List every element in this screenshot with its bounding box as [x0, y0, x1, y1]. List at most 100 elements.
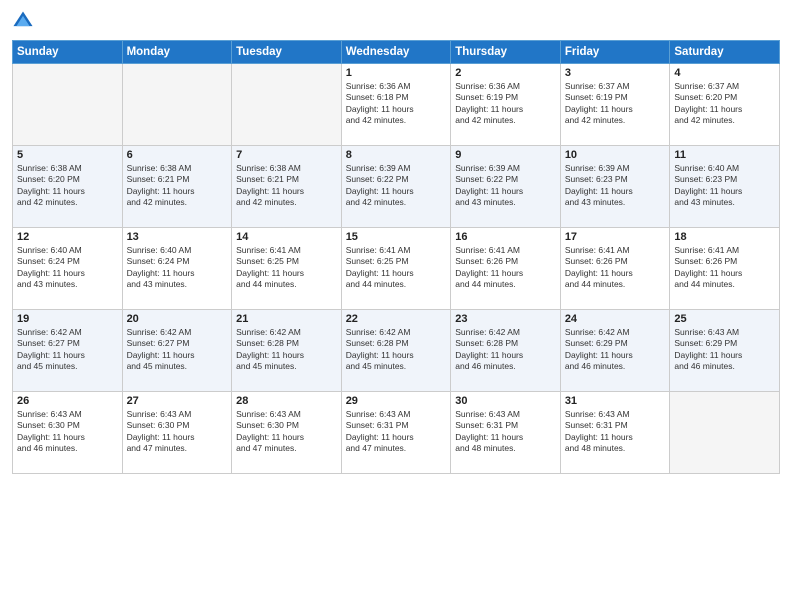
weekday-header-tuesday: Tuesday [232, 41, 342, 64]
day-info: Sunrise: 6:41 AM Sunset: 6:26 PM Dayligh… [674, 245, 775, 291]
calendar-cell: 29 Sunrise: 6:43 AM Sunset: 6:31 PM Dayli… [341, 392, 451, 474]
day-number: 25 [674, 313, 775, 325]
day-number: 27 [127, 395, 228, 407]
weekday-header-wednesday: Wednesday [341, 41, 451, 64]
calendar-cell: 19 Sunrise: 6:42 AM Sunset: 6:27 PM Dayli… [13, 310, 123, 392]
day-number: 23 [455, 313, 556, 325]
calendar-cell: 12 Sunrise: 6:40 AM Sunset: 6:24 PM Dayli… [13, 228, 123, 310]
day-number: 12 [17, 231, 118, 243]
calendar-cell: 1 Sunrise: 6:36 AM Sunset: 6:18 PM Daylig… [341, 64, 451, 146]
calendar-cell: 8 Sunrise: 6:39 AM Sunset: 6:22 PM Daylig… [341, 146, 451, 228]
day-info: Sunrise: 6:42 AM Sunset: 6:27 PM Dayligh… [17, 327, 118, 373]
logo-icon [12, 10, 34, 32]
day-number: 8 [346, 149, 447, 161]
day-info: Sunrise: 6:39 AM Sunset: 6:23 PM Dayligh… [565, 163, 666, 209]
day-info: Sunrise: 6:41 AM Sunset: 6:26 PM Dayligh… [455, 245, 556, 291]
calendar-cell: 27 Sunrise: 6:43 AM Sunset: 6:30 PM Dayli… [122, 392, 232, 474]
day-number: 14 [236, 231, 337, 243]
calendar-week-row: 12 Sunrise: 6:40 AM Sunset: 6:24 PM Dayli… [13, 228, 780, 310]
calendar-cell: 26 Sunrise: 6:43 AM Sunset: 6:30 PM Dayli… [13, 392, 123, 474]
calendar-cell: 22 Sunrise: 6:42 AM Sunset: 6:28 PM Dayli… [341, 310, 451, 392]
weekday-header-sunday: Sunday [13, 41, 123, 64]
calendar-week-row: 19 Sunrise: 6:42 AM Sunset: 6:27 PM Dayli… [13, 310, 780, 392]
day-info: Sunrise: 6:41 AM Sunset: 6:25 PM Dayligh… [346, 245, 447, 291]
calendar-cell: 28 Sunrise: 6:43 AM Sunset: 6:30 PM Dayli… [232, 392, 342, 474]
day-info: Sunrise: 6:42 AM Sunset: 6:29 PM Dayligh… [565, 327, 666, 373]
day-number: 6 [127, 149, 228, 161]
day-info: Sunrise: 6:43 AM Sunset: 6:31 PM Dayligh… [346, 409, 447, 455]
day-number: 26 [17, 395, 118, 407]
calendar-week-row: 5 Sunrise: 6:38 AM Sunset: 6:20 PM Daylig… [13, 146, 780, 228]
calendar-cell: 13 Sunrise: 6:40 AM Sunset: 6:24 PM Dayli… [122, 228, 232, 310]
day-number: 7 [236, 149, 337, 161]
day-number: 31 [565, 395, 666, 407]
calendar-cell: 14 Sunrise: 6:41 AM Sunset: 6:25 PM Dayli… [232, 228, 342, 310]
day-number: 13 [127, 231, 228, 243]
day-info: Sunrise: 6:39 AM Sunset: 6:22 PM Dayligh… [346, 163, 447, 209]
day-info: Sunrise: 6:40 AM Sunset: 6:23 PM Dayligh… [674, 163, 775, 209]
calendar-cell: 17 Sunrise: 6:41 AM Sunset: 6:26 PM Dayli… [560, 228, 670, 310]
day-info: Sunrise: 6:38 AM Sunset: 6:21 PM Dayligh… [127, 163, 228, 209]
calendar-cell: 21Sunrise: 6:42 AM Sunset: 6:28 PM Dayli… [232, 310, 342, 392]
day-number: 4 [674, 67, 775, 79]
day-number: 3 [565, 67, 666, 79]
day-number: 11 [674, 149, 775, 161]
page: SundayMondayTuesdayWednesdayThursdayFrid… [0, 0, 792, 612]
calendar-cell: 16Sunrise: 6:41 AM Sunset: 6:26 PM Dayli… [451, 228, 561, 310]
logo [12, 10, 38, 32]
day-info: Sunrise: 6:41 AM Sunset: 6:26 PM Dayligh… [565, 245, 666, 291]
calendar-cell: 23 Sunrise: 6:42 AM Sunset: 6:28 PM Dayli… [451, 310, 561, 392]
day-number: 29 [346, 395, 447, 407]
day-info: Sunrise: 6:40 AM Sunset: 6:24 PM Dayligh… [127, 245, 228, 291]
header [12, 10, 780, 32]
day-info: Sunrise: 6:43 AM Sunset: 6:29 PM Dayligh… [674, 327, 775, 373]
day-number: 22 [346, 313, 447, 325]
calendar-cell: 31 Sunrise: 6:43 AM Sunset: 6:31 PM Dayli… [560, 392, 670, 474]
day-number: 9 [455, 149, 556, 161]
day-number: 18 [674, 231, 775, 243]
calendar-cell: 10 Sunrise: 6:39 AM Sunset: 6:23 PM Dayli… [560, 146, 670, 228]
day-info: Sunrise: 6:41 AM Sunset: 6:25 PM Dayligh… [236, 245, 337, 291]
calendar-cell: 5 Sunrise: 6:38 AM Sunset: 6:20 PM Daylig… [13, 146, 123, 228]
day-info: Sunrise: 6:43 AM Sunset: 6:30 PM Dayligh… [127, 409, 228, 455]
day-info: Sunrise: 6:43 AM Sunset: 6:31 PM Dayligh… [455, 409, 556, 455]
calendar-cell: 6 Sunrise: 6:38 AM Sunset: 6:21 PM Daylig… [122, 146, 232, 228]
day-info: Sunrise: 6:36 AM Sunset: 6:18 PM Dayligh… [346, 81, 447, 127]
weekday-header-friday: Friday [560, 41, 670, 64]
day-info: Sunrise: 6:38 AM Sunset: 6:21 PM Dayligh… [236, 163, 337, 209]
day-number: 1 [346, 67, 447, 79]
day-info: Sunrise: 6:37 AM Sunset: 6:19 PM Dayligh… [565, 81, 666, 127]
day-info: Sunrise: 6:36 AM Sunset: 6:19 PM Dayligh… [455, 81, 556, 127]
day-number: 10 [565, 149, 666, 161]
day-info: Sunrise: 6:42 AM Sunset: 6:28 PM Dayligh… [455, 327, 556, 373]
day-info: Sunrise: 6:40 AM Sunset: 6:24 PM Dayligh… [17, 245, 118, 291]
day-info: Sunrise: 6:43 AM Sunset: 6:30 PM Dayligh… [17, 409, 118, 455]
day-info: Sunrise: 6:42 AM Sunset: 6:27 PM Dayligh… [127, 327, 228, 373]
day-number: 5 [17, 149, 118, 161]
day-number: 15 [346, 231, 447, 243]
calendar-cell: 4Sunrise: 6:37 AM Sunset: 6:20 PM Daylig… [670, 64, 780, 146]
calendar-cell [232, 64, 342, 146]
calendar-week-row: 26 Sunrise: 6:43 AM Sunset: 6:30 PM Dayli… [13, 392, 780, 474]
day-number: 21 [236, 313, 337, 325]
day-info: Sunrise: 6:43 AM Sunset: 6:31 PM Dayligh… [565, 409, 666, 455]
day-info: Sunrise: 6:38 AM Sunset: 6:20 PM Dayligh… [17, 163, 118, 209]
day-info: Sunrise: 6:39 AM Sunset: 6:22 PM Dayligh… [455, 163, 556, 209]
day-number: 2 [455, 67, 556, 79]
calendar-cell: 18 Sunrise: 6:41 AM Sunset: 6:26 PM Dayli… [670, 228, 780, 310]
day-info: Sunrise: 6:43 AM Sunset: 6:30 PM Dayligh… [236, 409, 337, 455]
weekday-header-saturday: Saturday [670, 41, 780, 64]
calendar-cell [122, 64, 232, 146]
calendar-cell: 30Sunrise: 6:43 AM Sunset: 6:31 PM Dayli… [451, 392, 561, 474]
day-info: Sunrise: 6:42 AM Sunset: 6:28 PM Dayligh… [346, 327, 447, 373]
calendar-cell [13, 64, 123, 146]
calendar-cell [670, 392, 780, 474]
day-number: 28 [236, 395, 337, 407]
day-number: 19 [17, 313, 118, 325]
calendar-cell: 2 Sunrise: 6:36 AM Sunset: 6:19 PM Daylig… [451, 64, 561, 146]
day-number: 17 [565, 231, 666, 243]
calendar-cell: 25 Sunrise: 6:43 AM Sunset: 6:29 PM Dayli… [670, 310, 780, 392]
weekday-header-thursday: Thursday [451, 41, 561, 64]
calendar-cell: 11 Sunrise: 6:40 AM Sunset: 6:23 PM Dayli… [670, 146, 780, 228]
calendar-cell: 7 Sunrise: 6:38 AM Sunset: 6:21 PM Daylig… [232, 146, 342, 228]
